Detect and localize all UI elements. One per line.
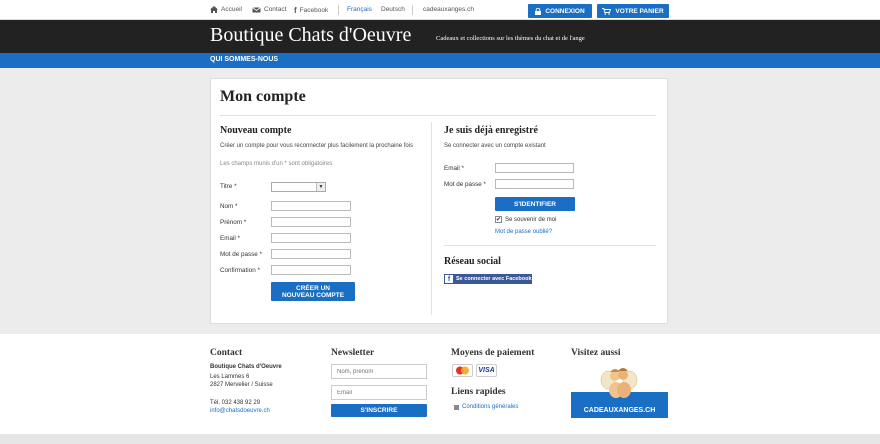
cart-icon <box>602 7 612 15</box>
login-email-field[interactable] <box>495 163 574 173</box>
footer-email-link[interactable]: info@chatsdoeuvre.ch <box>210 408 270 414</box>
footer-visit-heading: Visitez aussi <box>571 348 621 358</box>
tagline: Cadeaux et collections sur les thèmes du… <box>436 35 585 42</box>
login-password-label: Mot de passe * <box>444 181 487 188</box>
required-note: Les champs munis d'un * sont obligatoire… <box>220 161 333 167</box>
mastercard-icon <box>452 364 473 377</box>
divider <box>444 245 656 246</box>
footer-bottom-strip <box>0 434 880 444</box>
footer-street: Les Lammes 6 <box>210 374 250 380</box>
envelope-icon <box>252 6 261 12</box>
confirm-password-field[interactable] <box>271 265 351 275</box>
visa-label: VISA <box>478 367 495 374</box>
divider <box>338 5 339 15</box>
divider <box>412 5 413 15</box>
facebook-login-button[interactable]: f Se connecter avec Facebook <box>444 274 532 284</box>
forgot-password-link[interactable]: Mot de passe oublié? <box>495 229 552 235</box>
newsletter-subscribe-button[interactable]: S'INSCRIRE <box>331 404 427 417</box>
confirm-label: Confirmation * <box>220 267 260 274</box>
lang-fr-link[interactable]: Français <box>347 6 372 13</box>
footer-phone: Tél. 032 438 92 29 <box>210 400 261 406</box>
brand-logo[interactable]: Boutique Chats d'Oeuvre <box>210 24 411 47</box>
visa-icon: VISA <box>476 364 497 377</box>
email-field[interactable] <box>271 233 351 243</box>
newsletter-name-input[interactable] <box>331 364 427 379</box>
footer-newsletter-heading: Newsletter <box>331 348 375 358</box>
facebook-label: Facebook <box>299 7 329 14</box>
main-nav: QUI SOMMES-NOUS <box>0 53 880 68</box>
firstname-field[interactable] <box>271 217 351 227</box>
footer-quicklinks-heading: Liens rapides <box>451 387 506 397</box>
home-label: Accueil <box>221 6 242 13</box>
site-header: Boutique Chats d'Oeuvre Cadeaux et colle… <box>0 20 880 53</box>
remember-me-label: Se souvenir de moi <box>505 217 557 223</box>
firstname-label: Prénom * <box>220 219 247 226</box>
newsletter-email-input[interactable] <box>331 385 427 400</box>
password-label: Mot de passe * <box>220 251 263 258</box>
login-email-label: Email * <box>444 165 464 172</box>
footer-payment-heading: Moyens de paiement <box>451 348 535 358</box>
login-heading: Je suis déjà enregistré <box>444 125 538 136</box>
title-select[interactable]: ▼ <box>271 182 326 192</box>
password-field[interactable] <box>271 249 351 259</box>
login-button-label: CONNEXION <box>545 7 585 15</box>
facebook-login-label: Se connecter avec Facebook <box>456 276 532 282</box>
login-button[interactable]: CONNEXION <box>528 4 592 18</box>
contact-label: Contact <box>264 6 287 13</box>
footer-company: Boutique Chats d'Oeuvre <box>210 364 282 370</box>
login-password-field[interactable] <box>495 179 574 189</box>
column-divider <box>431 122 432 315</box>
remember-me-checkbox[interactable]: ✔ <box>495 216 502 223</box>
lastname-label: Nom * <box>220 203 238 210</box>
lang-de-link[interactable]: Deutsch <box>381 6 405 13</box>
angel-logo <box>600 368 638 398</box>
facebook-link[interactable]: f Facebook <box>294 6 328 15</box>
site-footer: Contact Boutique Chats d'Oeuvre Les Lamm… <box>0 334 880 444</box>
top-bar: Accueil Contact f Facebook Français Deut… <box>0 0 880 20</box>
terms-link[interactable]: Conditions générales <box>462 404 518 410</box>
account-panel: Mon compte Nouveau compte Créer un compt… <box>210 78 668 324</box>
email-label: Email * <box>220 235 240 242</box>
nav-item-about[interactable]: QUI SOMMES-NOUS <box>210 56 278 63</box>
create-account-button[interactable]: CRÉER UN NOUVEAU COMPTE <box>271 282 355 301</box>
facebook-icon: f <box>445 275 453 283</box>
divider <box>220 115 656 116</box>
home-link[interactable]: Accueil <box>210 6 242 13</box>
partner-site-label: CADEAUXANGES.CH <box>583 407 656 414</box>
login-intro: Se connecter avec un compte existant <box>444 143 546 149</box>
register-heading: Nouveau compte <box>220 125 292 136</box>
footer-city: 2827 Mervelier / Suisse <box>210 382 273 388</box>
bullet-icon <box>454 405 459 410</box>
check-icon: ✔ <box>495 216 502 223</box>
cart-button[interactable]: VOTRE PANIER <box>597 4 669 18</box>
home-icon <box>210 6 218 13</box>
chevron-down-icon: ▼ <box>316 183 325 191</box>
external-site-link[interactable]: cadeauxanges.ch <box>423 6 474 13</box>
social-heading: Réseau social <box>444 256 501 267</box>
page-title: Mon compte <box>220 88 306 105</box>
contact-link[interactable]: Contact <box>252 6 286 13</box>
lastname-field[interactable] <box>271 201 351 211</box>
cart-button-label: VOTRE PANIER <box>615 7 664 15</box>
lock-icon <box>535 7 542 15</box>
login-submit-button[interactable]: S'IDENTIFIER <box>495 197 575 211</box>
register-intro: Créer un compte pour vous reconnecter pl… <box>220 143 414 149</box>
facebook-icon: f <box>294 6 297 15</box>
title-label: Titre * <box>220 183 237 190</box>
footer-contact-heading: Contact <box>210 348 243 358</box>
